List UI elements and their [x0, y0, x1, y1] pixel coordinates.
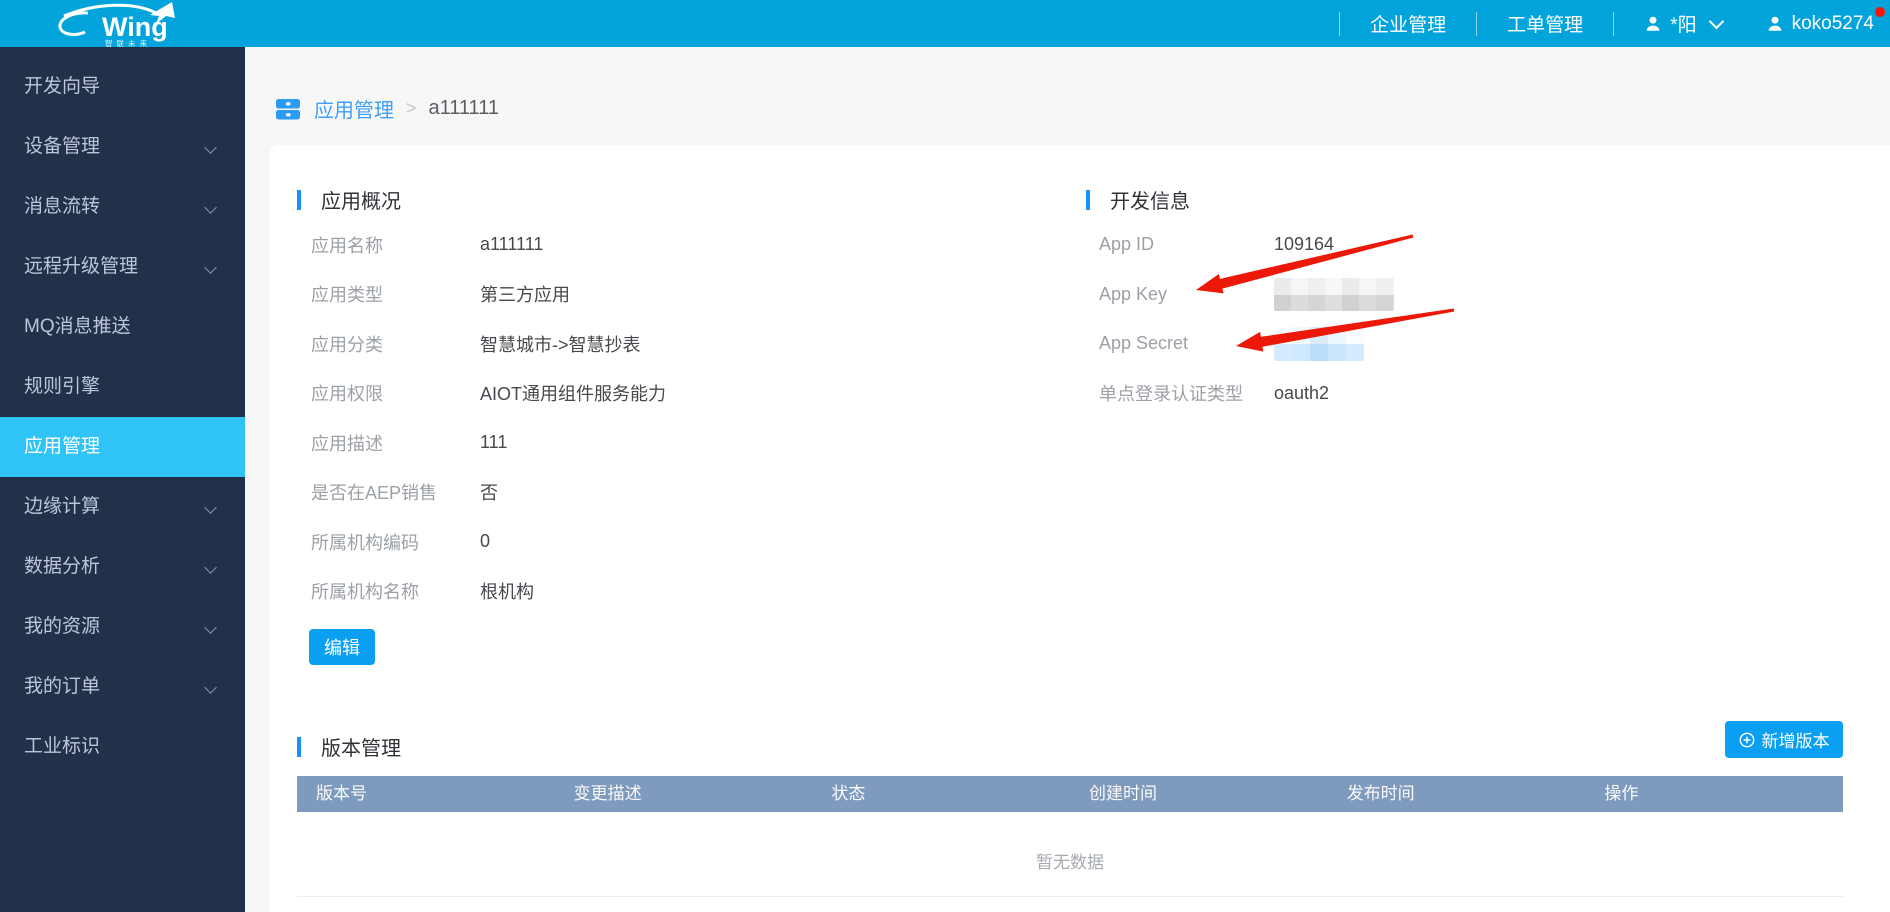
sidebar-item-mq-push[interactable]: MQ消息推送: [0, 297, 245, 357]
header-divider: [1613, 12, 1614, 36]
user-name: *阳: [1670, 10, 1696, 37]
table-bottom-border: [297, 896, 1843, 897]
sidebar-item-data-analysis[interactable]: 数据分析: [0, 537, 245, 597]
main-content: 应用管理 > a111111 应用概况 应用名称a111111 应用类型第三方应…: [245, 47, 1890, 912]
notification-dot: [1875, 7, 1885, 17]
top-header: Wing 智联未来 企业管理 工单管理 *阳 koko5274: [0, 0, 1890, 47]
overview-section-header: 应用概况: [297, 185, 401, 214]
column-header: 发布时间: [1328, 776, 1586, 812]
column-header: 操作: [1585, 776, 1843, 812]
chevron-down-icon: [204, 141, 217, 154]
sidebar-item-industrial-id[interactable]: 工业标识: [0, 717, 245, 777]
user-icon: [1644, 15, 1662, 33]
chevron-down-icon: [204, 261, 217, 274]
nav-enterprise-mgmt[interactable]: 企业管理: [1370, 10, 1446, 37]
app-id-value: 109164: [1274, 234, 1334, 255]
chevron-down-icon: [204, 201, 217, 214]
account-menu[interactable]: koko5274: [1766, 13, 1874, 35]
app-key-masked-value: [1274, 278, 1394, 311]
user-icon: [1766, 15, 1784, 33]
field-row: 应用分类智慧城市->智慧抄表: [311, 319, 666, 369]
field-row: 所属机构名称根机构: [311, 567, 666, 617]
field-row: 应用名称a111111: [311, 220, 666, 270]
chevron-down-icon: [204, 681, 217, 694]
versions-title: 版本管理: [321, 732, 401, 761]
brand-logo: Wing 智联未来: [52, 1, 212, 47]
sidebar-item-my-orders[interactable]: 我的订单: [0, 657, 245, 717]
sidebar-item-rule-engine[interactable]: 规则引擎: [0, 357, 245, 417]
app-secret-masked-value: [1274, 327, 1364, 361]
chevron-down-icon: [204, 501, 217, 514]
breadcrumb-current: a111111: [429, 97, 499, 120]
devinfo-title: 开发信息: [1110, 185, 1190, 214]
chevron-down-icon: [204, 621, 217, 634]
sso-auth-type-value: oauth2: [1274, 383, 1329, 404]
sidebar-item-ota-mgmt[interactable]: 远程升级管理: [0, 237, 245, 297]
logo-text: Wing: [102, 12, 168, 42]
overview-fields: 应用名称a111111 应用类型第三方应用 应用分类智慧城市->智慧抄表 应用权…: [311, 220, 666, 616]
sidebar: 开发向导 设备管理 消息流转 远程升级管理 MQ消息推送 规则引擎 应用管理 边…: [0, 47, 245, 912]
sidebar-item-message-flow[interactable]: 消息流转: [0, 177, 245, 237]
field-row: 所属机构编码0: [311, 517, 666, 567]
add-version-button[interactable]: 新增版本: [1725, 721, 1843, 758]
field-row: 应用权限AIOT通用组件服务能力: [311, 369, 666, 419]
column-header: 变更描述: [555, 776, 813, 812]
nav-workorder-mgmt[interactable]: 工单管理: [1507, 10, 1583, 37]
section-accent-bar: [297, 190, 301, 210]
field-row: App ID109164: [1099, 220, 1394, 270]
section-accent-bar: [1086, 190, 1090, 210]
field-row: 应用描述111: [311, 418, 666, 468]
header-divider: [1339, 12, 1340, 36]
detail-card: 应用概况 应用名称a111111 应用类型第三方应用 应用分类智慧城市->智慧抄…: [270, 145, 1890, 912]
field-row: 应用类型第三方应用: [311, 270, 666, 320]
sidebar-item-app-mgmt[interactable]: 应用管理: [0, 417, 245, 477]
header-divider: [1476, 12, 1477, 36]
chevron-down-icon: [204, 561, 217, 574]
breadcrumb-app-mgmt-link[interactable]: 应用管理: [314, 94, 394, 123]
breadcrumb: 应用管理 > a111111: [275, 94, 499, 123]
versions-table-header: 版本号 变更描述 状态 创建时间 发布时间 操作: [297, 776, 1843, 812]
section-accent-bar: [297, 737, 301, 757]
column-header: 版本号: [297, 776, 555, 812]
sidebar-item-device-mgmt[interactable]: 设备管理: [0, 117, 245, 177]
sidebar-item-edge-computing[interactable]: 边缘计算: [0, 477, 245, 537]
plus-circle-icon: [1739, 732, 1755, 748]
logo-tagline: 智联未来: [105, 38, 151, 47]
column-header: 创建时间: [1070, 776, 1328, 812]
column-header: 状态: [812, 776, 1070, 812]
overview-title: 应用概况: [321, 185, 401, 214]
devinfo-fields: App ID109164 App Key App Secret 单点登录认证类型…: [1099, 220, 1394, 418]
chevron-down-icon: [1708, 13, 1724, 29]
breadcrumb-separator: >: [406, 98, 417, 119]
app-stack-icon: [275, 96, 301, 122]
field-row: App Secret: [1099, 319, 1394, 369]
sidebar-item-dev-guide[interactable]: 开发向导: [0, 57, 245, 117]
sidebar-item-my-resources[interactable]: 我的资源: [0, 597, 245, 657]
user-menu[interactable]: *阳: [1644, 10, 1721, 37]
account-name: koko5274: [1792, 13, 1874, 35]
versions-section-header: 版本管理: [297, 732, 401, 761]
edit-button[interactable]: 编辑: [309, 629, 375, 665]
devinfo-section-header: 开发信息: [1086, 185, 1190, 214]
empty-state-text: 暂无数据: [297, 843, 1843, 883]
field-row: App Key: [1099, 270, 1394, 320]
field-row: 单点登录认证类型oauth2: [1099, 369, 1394, 419]
field-row: 是否在AEP销售否: [311, 468, 666, 518]
